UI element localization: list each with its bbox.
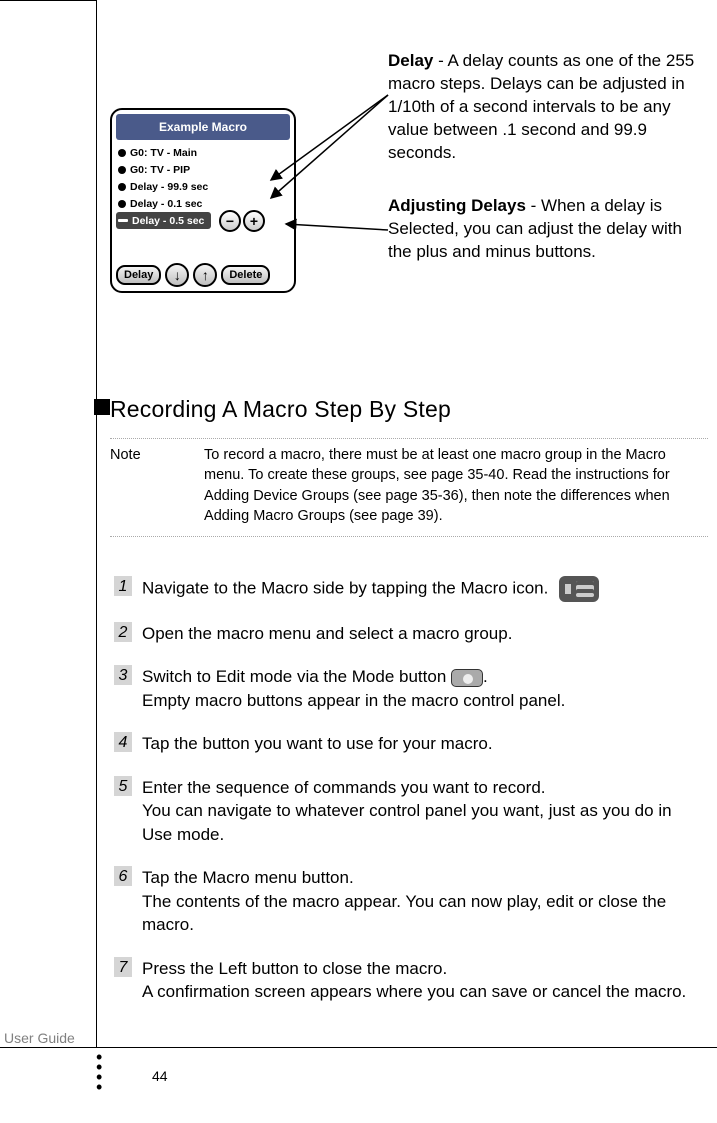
user-guide-label: User Guide: [0, 1030, 88, 1046]
mockup-row: G0: TV - Main: [118, 144, 288, 161]
step-body: Tap the Macro menu button. The contents …: [142, 866, 704, 936]
section-heading: Recording A Macro Step By Step: [110, 396, 451, 423]
move-down-button[interactable]: ↓: [165, 263, 189, 287]
mockup-row-selected: Delay - 0.5 sec − +: [118, 212, 288, 229]
step-body: Press the Left button to close the macro…: [142, 957, 704, 1004]
step-2: 2 Open the macro menu and select a macro…: [114, 622, 704, 645]
mode-button-icon: [451, 669, 483, 687]
mockup-step-list: G0: TV - Main G0: TV - PIP Delay - 99.9 …: [112, 142, 294, 231]
step-body: Open the macro menu and select a macro g…: [142, 622, 704, 645]
step-number: 7: [114, 957, 132, 977]
sidebar-line: [96, 0, 97, 1047]
step-7: 7 Press the Left button to close the mac…: [114, 957, 704, 1004]
callouts: Delay - A delay counts as one of the 255…: [388, 50, 710, 294]
note-body: To record a macro, there must be at leas…: [204, 445, 694, 526]
delete-button[interactable]: Delete: [221, 265, 270, 285]
page-number: 44: [152, 1068, 168, 1084]
step-number: 6: [114, 866, 132, 886]
step-3: 3 Switch to Edit mode via the Mode butto…: [114, 665, 704, 712]
move-up-button[interactable]: ↑: [193, 263, 217, 287]
mockup-titlebar: Example Macro: [116, 114, 290, 140]
dot-ornament: ••••: [96, 1052, 106, 1092]
step-number: 3: [114, 665, 132, 685]
plus-button[interactable]: +: [243, 210, 265, 232]
step-5: 5 Enter the sequence of commands you wan…: [114, 776, 704, 846]
step-body: Navigate to the Macro side by tapping th…: [142, 576, 704, 602]
step-body: Enter the sequence of commands you want …: [142, 776, 704, 846]
mockup-row: G0: TV - PIP: [118, 161, 288, 178]
step-body: Tap the button you want to use for your …: [142, 732, 704, 755]
step-6: 6 Tap the Macro menu button. The content…: [114, 866, 704, 936]
callout-delay: Delay - A delay counts as one of the 255…: [388, 50, 710, 165]
step-number: 4: [114, 732, 132, 752]
minus-button[interactable]: −: [219, 210, 241, 232]
step-number: 2: [114, 622, 132, 642]
step-number: 5: [114, 776, 132, 796]
macro-editor-mockup: Example Macro G0: TV - Main G0: TV - PIP…: [110, 108, 296, 293]
step-number: 1: [114, 576, 132, 596]
bottom-rule: [0, 1047, 717, 1048]
mockup-bottom-bar: Delay ↓ ↑ Delete: [116, 263, 270, 287]
note-label: Note: [110, 445, 200, 465]
section-marker: [94, 399, 110, 415]
note-block: Note To record a macro, there must be at…: [110, 438, 708, 537]
delay-button[interactable]: Delay: [116, 265, 161, 285]
macro-icon: [559, 576, 599, 602]
top-rule: [0, 0, 96, 1]
step-1: 1 Navigate to the Macro side by tapping …: [114, 576, 704, 602]
callout-adjusting-delays: Adjusting Delays - When a delay is Selec…: [388, 195, 710, 264]
step-4: 4 Tap the button you want to use for you…: [114, 732, 704, 755]
mockup-row: Delay - 99.9 sec: [118, 178, 288, 195]
steps-list: 1 Navigate to the Macro side by tapping …: [114, 576, 704, 1023]
step-body: Switch to Edit mode via the Mode button …: [142, 665, 704, 712]
